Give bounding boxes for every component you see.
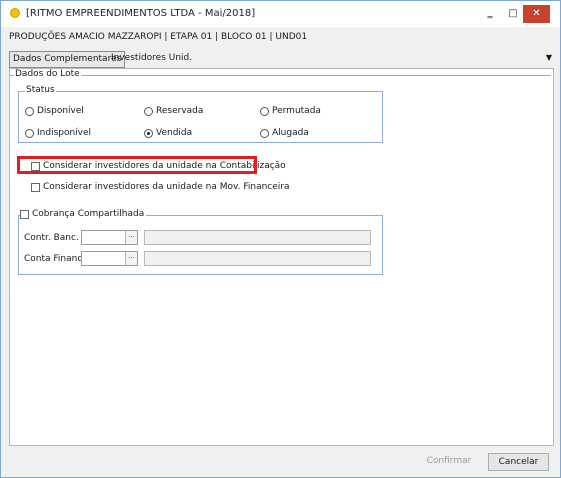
radio-vendida-circle[interactable]: [144, 128, 153, 138]
cobranca-group: Cobrança Compartilhada Contr. Banc. ... …: [18, 209, 383, 275]
title-bar[interactable]: [RITMO EMPREENDIMENTOS LTDA - Mai/2018] …: [1, 1, 560, 27]
status-group: Status Disponível Reservada Permutada In…: [18, 85, 383, 143]
contr-banc-lookup-button[interactable]: ...: [125, 231, 137, 244]
radio-reservada-circle[interactable]: [144, 106, 153, 116]
radio-permutada[interactable]: Permutada: [260, 106, 321, 116]
conta-financ-input[interactable]: ...: [81, 251, 138, 266]
breadcrumb: PRODUÇÕES AMACIO MAZZAROPI | ETAPA 01 | …: [9, 32, 308, 42]
radio-disponivel[interactable]: Disponível: [25, 106, 84, 116]
confirm-button[interactable]: Confirmar: [420, 453, 478, 471]
status-legend: Status: [25, 85, 56, 95]
radio-alugada[interactable]: Alugada: [260, 128, 309, 138]
contr-banc-description: [144, 230, 371, 245]
radio-indisponivel-label: Indisponível: [37, 128, 92, 138]
radio-permutada-label: Permutada: [272, 106, 321, 116]
checkbox-mov-financeira[interactable]: Considerar investidores da unidade na Mo…: [31, 182, 290, 192]
highlight-box: [17, 156, 257, 174]
contr-banc-label: Contr. Banc.: [24, 233, 79, 243]
dialog-window: [RITMO EMPREENDIMENTOS LTDA - Mai/2018] …: [0, 0, 561, 478]
tab-bar: Dados Complementares Investidores Unid. …: [9, 51, 554, 68]
radio-reservada-label: Reservada: [156, 106, 204, 116]
checkbox-cobranca[interactable]: Cobrança Compartilhada: [20, 209, 147, 219]
main-panel: Dados do Lote Status Disponível Reservad…: [9, 68, 554, 446]
window-title: [RITMO EMPREENDIMENTOS LTDA - Mai/2018]: [26, 8, 256, 19]
radio-disponivel-label: Disponível: [37, 106, 84, 116]
checkbox-cobranca-box[interactable]: [20, 209, 29, 219]
checkbox-mov-financeira-label: Considerar investidores da unidade na Mo…: [43, 182, 290, 192]
cancel-button[interactable]: Cancelar: [488, 453, 549, 471]
conta-financ-description: [144, 251, 371, 266]
radio-indisponivel[interactable]: Indisponível: [25, 128, 91, 138]
app-icon: [10, 8, 20, 18]
minimize-button[interactable]: ‗: [478, 5, 502, 23]
radio-disponivel-circle[interactable]: [25, 106, 34, 116]
tab-investidores-unid[interactable]: Investidores Unid.: [111, 51, 192, 66]
radio-alugada-label: Alugada: [272, 128, 309, 138]
maximize-button[interactable]: □: [501, 5, 525, 23]
tab-dados-complementares[interactable]: Dados Complementares: [9, 51, 126, 68]
contr-banc-input[interactable]: ...: [81, 230, 138, 245]
conta-financ-label: Conta Financ.: [24, 254, 86, 264]
radio-alugada-circle[interactable]: [260, 128, 269, 138]
dados-do-lote-legend: Dados do Lote: [14, 69, 81, 79]
checkbox-cobranca-label: Cobrança Compartilhada: [32, 209, 145, 219]
conta-financ-lookup-button[interactable]: ...: [125, 252, 137, 265]
radio-permutada-circle[interactable]: [260, 106, 269, 116]
close-button[interactable]: ✕: [523, 5, 550, 23]
radio-indisponivel-circle[interactable]: [25, 128, 34, 138]
checkbox-mov-financeira-box[interactable]: [31, 182, 40, 192]
radio-vendida[interactable]: Vendida: [144, 128, 192, 138]
tab-dropdown-icon[interactable]: ▼: [546, 53, 552, 62]
radio-vendida-label: Vendida: [156, 128, 193, 138]
radio-reservada[interactable]: Reservada: [144, 106, 203, 116]
